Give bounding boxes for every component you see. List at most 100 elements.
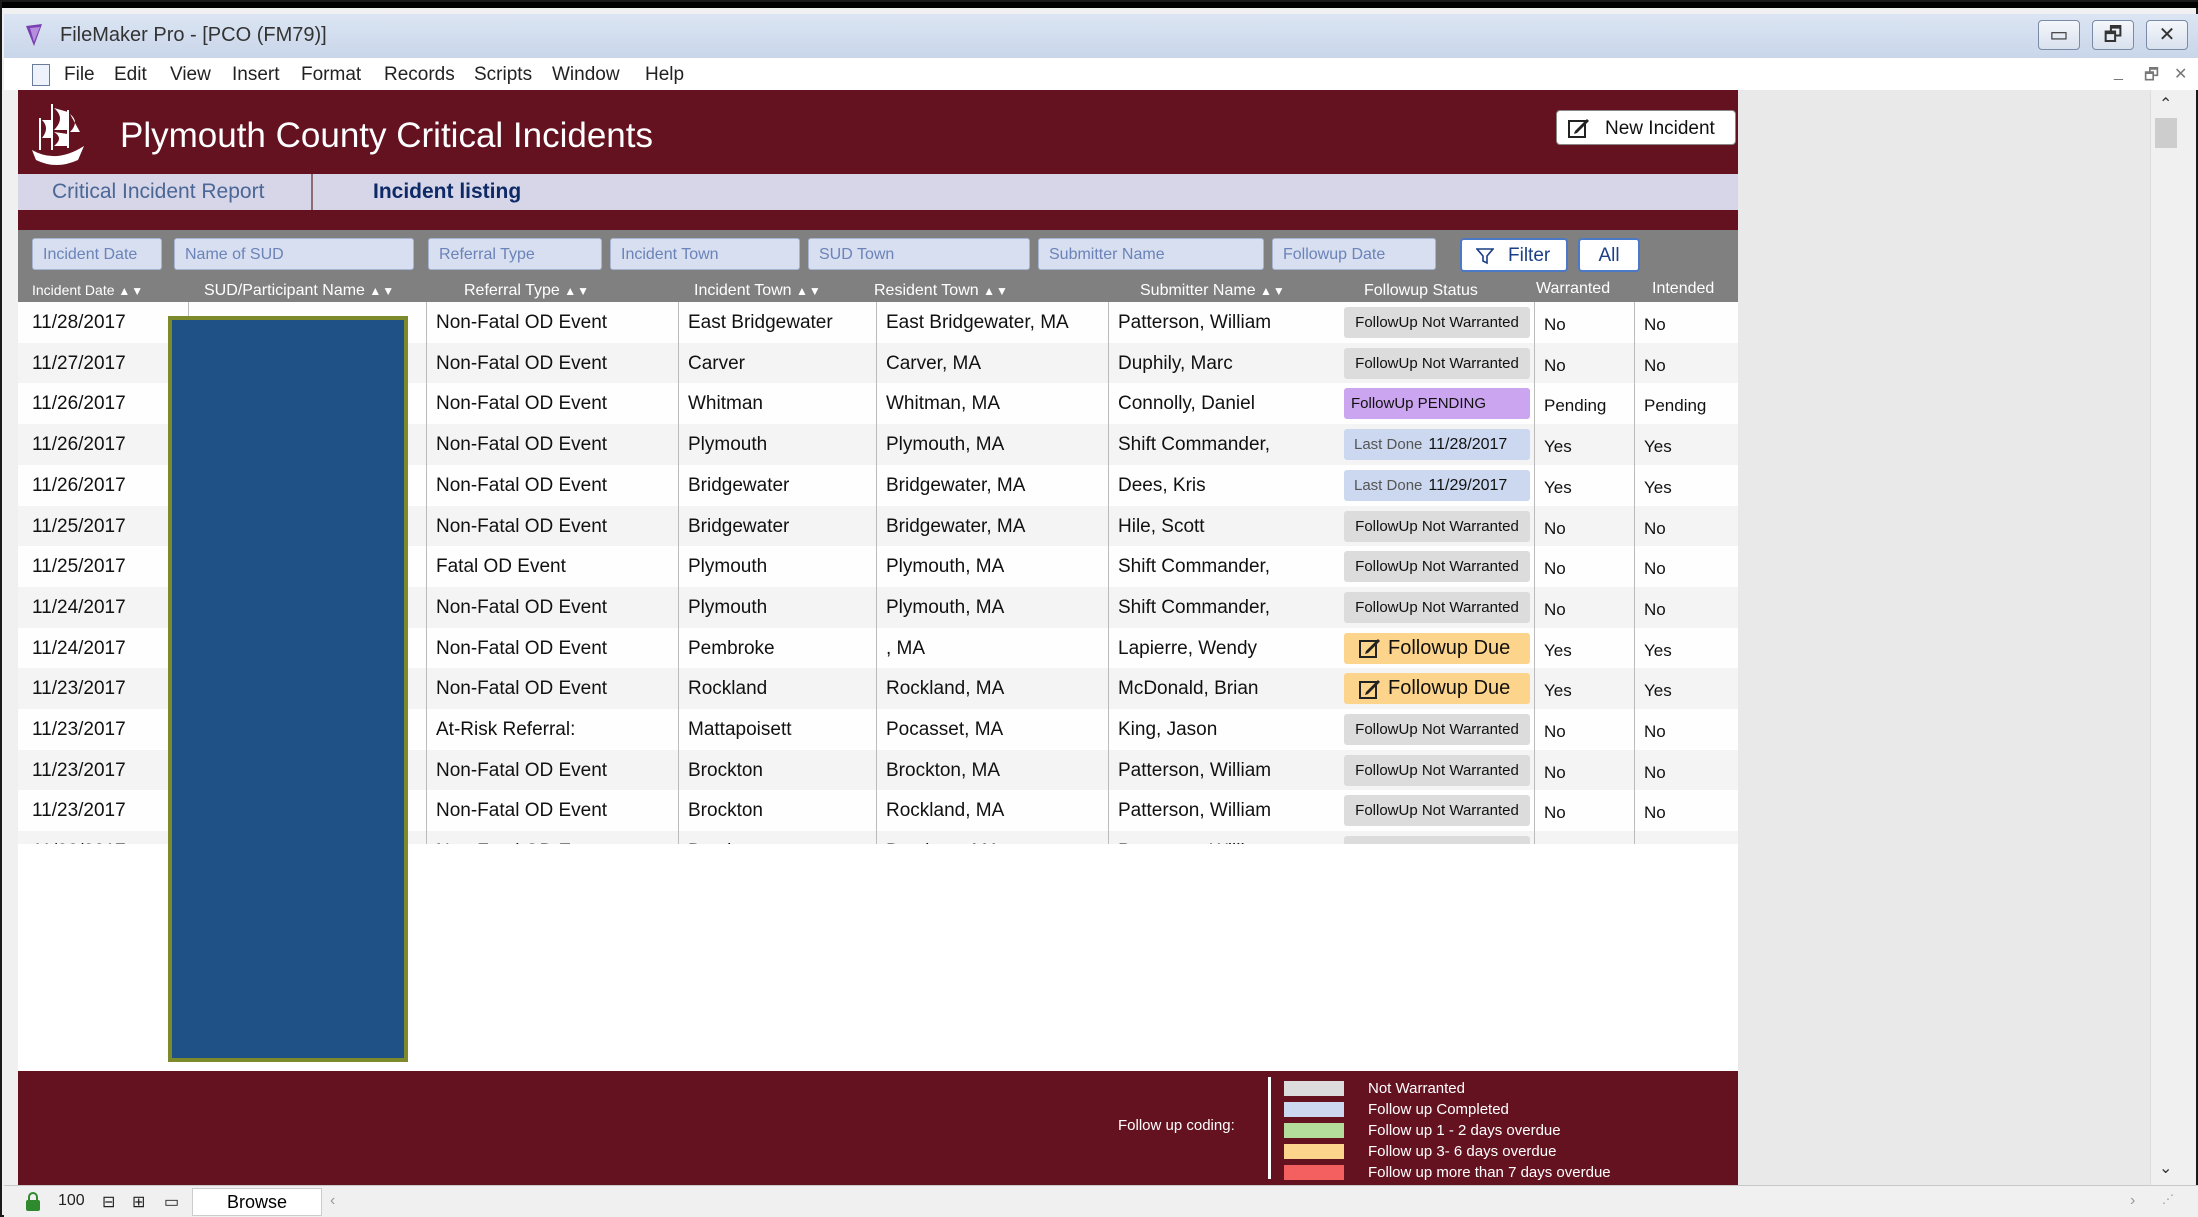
submitter-name-cell[interactable]: Duphily, Marc [1118,343,1233,384]
incident-date-cell[interactable]: 11/27/2017 [32,343,126,384]
incident-town-cell[interactable]: Pembroke [688,628,775,669]
incident-town-cell[interactable]: Bridgewater [688,465,789,506]
warranted-cell[interactable]: No [1544,750,1566,791]
followup-status-badge[interactable]: FollowUp PENDING [1344,388,1530,420]
incident-date-cell[interactable]: 11/23/2017 [32,831,126,844]
minimize-button[interactable]: ▭ [2038,20,2080,50]
followup-status-badge[interactable]: FollowUp Not Warranted [1344,714,1530,745]
warranted-cell[interactable]: Pending [1544,383,1606,424]
intended-cell[interactable]: No [1644,750,1666,791]
resident-town-cell[interactable]: Bridgewater, MA [886,465,1025,506]
followup-status-badge[interactable]: Last Done 11/28/2017 [1344,429,1530,461]
incident-town-filter[interactable]: Incident Town [610,238,800,270]
intended-cell[interactable]: No [1644,546,1666,587]
toggle-status-area-icon[interactable]: ▭ [164,1192,179,1212]
intended-cell[interactable]: No [1644,790,1666,831]
menu-scripts[interactable]: Scripts [474,64,532,86]
resident-town-cell[interactable]: Brockton, MA [886,750,1000,791]
warranted-cell[interactable]: No [1544,587,1566,628]
incident-date-cell[interactable]: 11/26/2017 [32,465,126,506]
incident-town-cell[interactable]: Carver [688,343,745,384]
followup-due-button[interactable]: Followup Due [1344,632,1530,664]
resident-town-cell[interactable]: Pocasset, MA [886,709,1003,750]
col-participant-name[interactable]: SUD/Participant Name ▲▼ [204,282,395,300]
followup-status-badge[interactable]: FollowUp Not Warranted [1344,754,1530,786]
intended-cell[interactable]: No [1644,506,1666,547]
incident-date-filter[interactable]: Incident Date [32,238,162,270]
warranted-cell[interactable]: Yes [1544,628,1572,669]
resident-town-cell[interactable]: Plymouth, MA [886,424,1004,465]
intended-cell[interactable]: No [1644,587,1666,628]
referral-type-cell[interactable]: Non-Fatal OD Event [436,668,607,709]
lock-icon[interactable] [24,1192,42,1212]
incident-date-cell[interactable]: 11/23/2017 [32,750,126,791]
scroll-left-icon[interactable]: ‹ [330,1192,335,1210]
followup-due-button[interactable]: Followup Due [1344,673,1530,705]
resident-town-cell[interactable]: Rockland, MA [886,668,1004,709]
intended-cell[interactable]: Yes [1644,668,1672,709]
mdi-close-button[interactable]: ✕ [2174,64,2187,84]
menu-insert[interactable]: Insert [232,64,280,86]
incident-date-cell[interactable]: 11/23/2017 [32,709,126,750]
resize-grip-icon[interactable]: ⋰ [2162,1192,2174,1206]
referral-type-cell[interactable]: Non-Fatal OD Event [436,628,607,669]
incident-town-cell[interactable]: East Bridgewater [688,302,833,343]
submitter-name-cell[interactable]: Hile, Scott [1118,506,1205,547]
resident-town-cell[interactable]: Whitman, MA [886,383,1000,424]
submitter-name-cell[interactable]: Patterson, William [1118,790,1271,831]
mdi-minimize-button[interactable]: _ [2114,64,2123,82]
followup-date-filter[interactable]: Followup Date [1272,238,1436,270]
mode-indicator[interactable]: Browse [192,1188,322,1216]
referral-type-filter[interactable]: Referral Type [428,238,602,270]
scroll-right-icon[interactable]: › [2130,1192,2135,1210]
scrollbar-thumb[interactable] [2155,118,2177,148]
submitter-name-cell[interactable]: Shift Commander, [1118,546,1270,587]
incident-town-cell[interactable]: Mattapoisett [688,709,792,750]
intended-cell[interactable]: Pending [1644,383,1706,424]
followup-status-badge[interactable]: FollowUp Not Warranted [1344,347,1530,379]
menu-help[interactable]: Help [645,64,684,86]
menu-view[interactable]: View [170,64,211,86]
submitter-name-cell[interactable]: Shift Commander, [1118,587,1270,628]
intended-cell[interactable]: Yes [1644,424,1672,465]
submitter-name-cell[interactable]: Patterson, William [1118,831,1271,844]
sud-town-filter[interactable]: SUD Town [808,238,1030,270]
incident-date-cell[interactable]: 11/28/2017 [32,302,126,343]
scroll-down-icon[interactable]: ⌄ [2159,1158,2172,1178]
followup-status-badge[interactable]: Last Done 11/29/2017 [1344,469,1530,501]
warranted-cell[interactable]: No [1544,709,1566,750]
menu-format[interactable]: Format [301,64,361,86]
col-incident-date[interactable]: Incident Date ▲▼ [32,282,144,298]
menu-file[interactable]: File [64,64,95,86]
incident-town-cell[interactable]: Rockland [688,668,767,709]
resident-town-cell[interactable]: Plymouth, MA [886,546,1004,587]
title-bar[interactable]: FileMaker Pro - [PCO (FM79)] ▭ 🗗 ✕ [4,14,2198,58]
filter-button[interactable]: Filter [1460,238,1568,272]
incident-town-cell[interactable]: Whitman [688,383,763,424]
warranted-cell[interactable]: Yes [1544,465,1572,506]
sud-name-filter[interactable]: Name of SUD [174,238,414,270]
menu-edit[interactable]: Edit [114,64,147,86]
col-submitter-name[interactable]: Submitter Name ▲▼ [1140,282,1286,300]
incident-date-cell[interactable]: 11/23/2017 [32,790,126,831]
referral-type-cell[interactable]: Non-Fatal OD Event [436,343,607,384]
referral-type-cell[interactable]: Non-Fatal OD Event [436,465,607,506]
referral-type-cell[interactable]: Non-Fatal OD Event [436,506,607,547]
tab-critical-incident-report[interactable]: Critical Incident Report [52,180,264,204]
resident-town-cell[interactable]: , MA [886,628,925,669]
incident-date-cell[interactable]: 11/26/2017 [32,383,126,424]
restore-button[interactable]: 🗗 [2092,20,2134,50]
new-incident-button[interactable]: New Incident [1556,110,1736,145]
submitter-name-cell[interactable]: Patterson, William [1118,302,1271,343]
sort-arrows-icon[interactable]: ▲▼ [118,284,144,298]
incident-town-cell[interactable]: Brockton [688,831,763,844]
warranted-cell[interactable]: No [1544,506,1566,547]
sort-arrows-icon[interactable]: ▲▼ [369,284,395,298]
warranted-cell[interactable]: No [1544,343,1566,384]
warranted-cell[interactable]: Yes [1544,668,1572,709]
intended-cell[interactable]: No [1644,343,1666,384]
tab-incident-listing[interactable]: Incident listing [373,180,521,204]
resident-town-cell[interactable]: Plymouth, MA [886,587,1004,628]
vertical-scrollbar[interactable]: ⌃ ⌄ [2150,90,2180,1185]
submitter-name-cell[interactable]: King, Jason [1118,709,1217,750]
